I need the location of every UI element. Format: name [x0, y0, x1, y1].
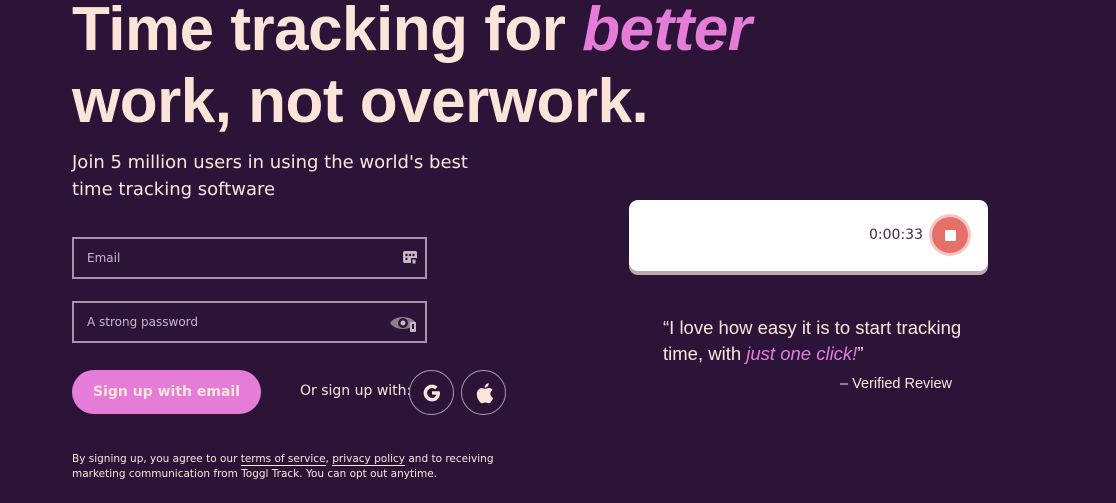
quote-accent: just one click! — [746, 343, 858, 364]
page-headline: Time tracking for better work, not overw… — [72, 0, 752, 138]
password-input[interactable] — [74, 303, 425, 341]
google-icon — [423, 384, 440, 401]
headline-line-2: work, not overwork. — [72, 67, 649, 136]
headline-accent: better — [582, 0, 752, 64]
stop-icon — [944, 229, 956, 241]
timer-value: 0:00:33 — [869, 227, 923, 243]
privacy-policy-link[interactable]: privacy policy — [332, 453, 406, 466]
page-subhead: Join 5 million users in using the world'… — [72, 152, 468, 200]
testimonial-source: – Verified Review — [840, 376, 953, 392]
email-field-wrapper — [72, 237, 427, 279]
quote-close-mark: ” — [857, 343, 864, 364]
google-signup-button[interactable] — [409, 370, 454, 415]
apple-signup-button[interactable] — [461, 370, 506, 415]
password-field-wrapper — [72, 301, 427, 343]
timer-demo-card: 0:00:33 — [629, 200, 988, 271]
apple-icon — [476, 382, 493, 403]
testimonial-quote: “I love how easy it is to start tracking… — [663, 315, 983, 367]
email-input[interactable] — [74, 239, 425, 277]
headline-prefix: Time tracking for — [72, 0, 583, 64]
password-manager-icon[interactable] — [403, 251, 417, 265]
stop-timer-button[interactable] — [932, 217, 968, 253]
legal-notice: By signing up, you agree to our terms of… — [72, 452, 532, 482]
show-password-icon[interactable] — [389, 313, 417, 333]
social-signup-label: Or sign up with: — [300, 383, 412, 399]
sign-up-with-email-button[interactable]: Sign up with email — [72, 370, 261, 414]
signup-page: Time tracking for better work, not overw… — [0, 0, 1116, 503]
terms-of-service-link[interactable]: terms of service — [240, 453, 326, 466]
legal-text-1: By signing up, you agree to our — [72, 453, 241, 465]
